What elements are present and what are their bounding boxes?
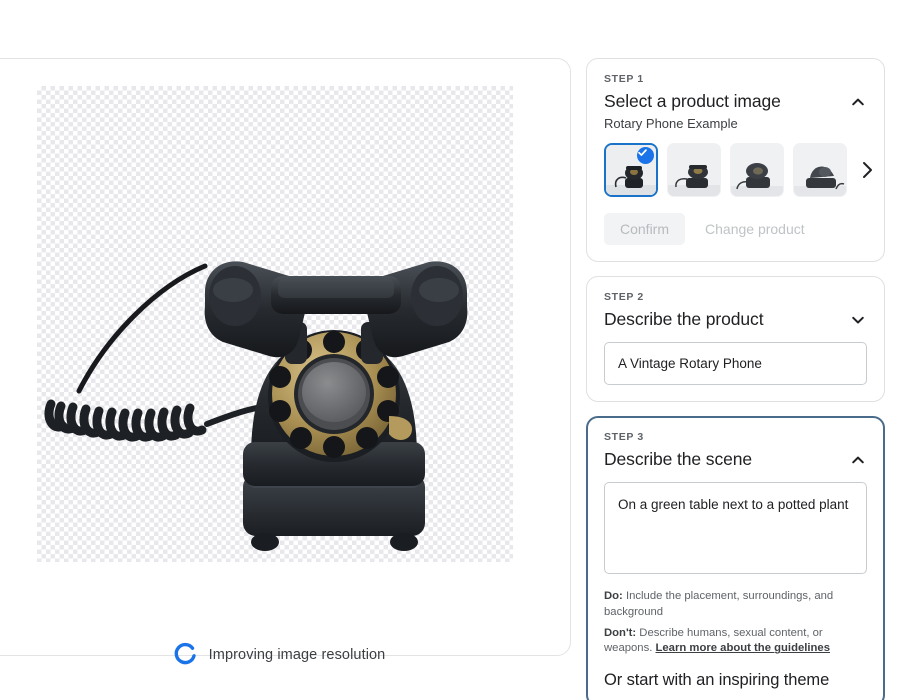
chevron-right-icon[interactable] [859,156,875,184]
step3-header[interactable]: Describe the scene [604,449,867,470]
step1-subtitle: Rotary Phone Example [604,116,738,131]
product-thumbnail-carousel [604,143,872,197]
step1-header[interactable]: Select a product image [604,91,867,112]
hint-do-text: Include the placement, surroundings, and… [604,590,834,618]
step2-card: STEP 2 Describe the product [586,276,885,402]
confirm-button[interactable]: Confirm [604,213,686,245]
change-product-button[interactable]: Change product [695,213,821,245]
thumbnail-item-1[interactable] [667,143,721,197]
step1-title: Select a product image [604,91,781,111]
step2-kicker: STEP 2 [604,291,644,303]
inspiring-theme-heading: Or start with an inspiring theme [604,671,830,690]
image-canvas[interactable] [0,59,570,628]
step1-card: STEP 1 Select a product image Rotary Pho… [586,58,885,262]
hint-dont-label: Don't: [604,626,637,639]
thumbnail-item-0[interactable] [604,143,658,197]
step1-kicker: STEP 1 [604,73,644,85]
steps-sidebar: STEP 1 Select a product image Rotary Pho… [586,58,885,700]
scene-hints: Do: Include the placement, surroundings,… [604,589,867,657]
check-icon [637,147,654,164]
step1-actions: Confirm Change product [604,213,867,245]
chevron-up-icon[interactable] [849,93,867,111]
chevron-up-icon[interactable] [849,451,867,469]
hint-dont: Don't: Describe humans, sexual content, … [604,626,867,658]
app-root: Improving image resolution This feature … [0,0,900,700]
step3-title: Describe the scene [604,449,753,469]
product-image [37,86,513,562]
chevron-down-icon[interactable] [849,311,867,329]
step3-card: STEP 3 Describe the scene Do: Include th… [586,416,885,700]
rotary-phone-illustration [44,261,468,551]
product-description-input[interactable] [604,342,867,385]
thumbnail-item-3[interactable] [793,143,847,197]
status-row: Improving image resolution [0,642,570,668]
hint-do: Do: Include the placement, surroundings,… [604,589,867,621]
image-preview-panel: Improving image resolution This feature … [0,58,571,665]
step2-header[interactable]: Describe the product [604,309,867,330]
loading-spinner-icon [172,642,198,668]
guidelines-link[interactable]: Learn more about the guidelines [656,642,831,654]
step2-title: Describe the product [604,309,764,329]
status-text: Improving image resolution [208,647,386,663]
scene-description-textarea[interactable] [604,482,867,574]
step3-kicker: STEP 3 [604,431,644,443]
hint-do-label: Do: [604,590,623,602]
thumbnail-item-2[interactable] [730,143,784,197]
